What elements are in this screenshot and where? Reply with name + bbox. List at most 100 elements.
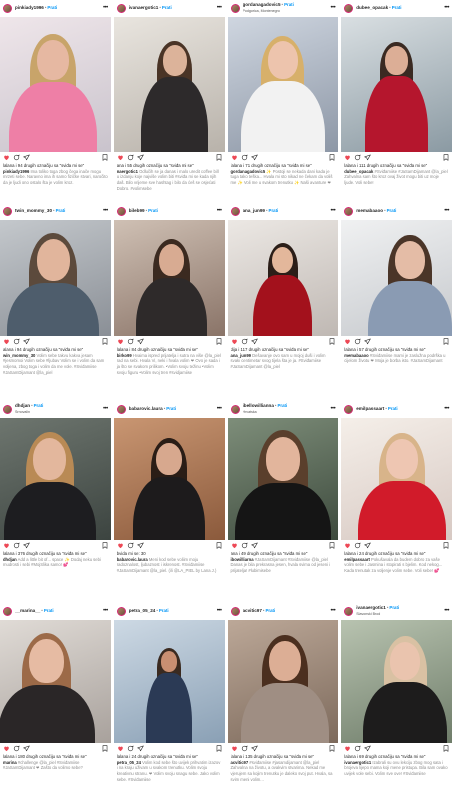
follow-button[interactable]: Prati [392, 5, 402, 10]
post-photo[interactable] [227, 620, 339, 743]
post-photo[interactable] [227, 418, 339, 540]
avatar[interactable] [3, 404, 12, 414]
like-heart-icon[interactable] [231, 542, 238, 549]
bookmark-icon[interactable] [216, 542, 222, 549]
follow-button[interactable]: Prati [388, 406, 398, 411]
share-icon[interactable] [250, 338, 258, 345]
username[interactable]: memabaaoo [356, 208, 383, 213]
more-options-icon[interactable]: ••• [103, 607, 108, 615]
avatar[interactable] [344, 3, 354, 13]
username[interactable]: dubee_opacak [356, 5, 388, 10]
comment-icon[interactable] [241, 338, 248, 345]
caption-username[interactable]: pinkiady1996 [3, 169, 29, 174]
comment-icon[interactable] [354, 745, 361, 752]
location[interactable]: Slavonski Brod [356, 612, 444, 617]
like-heart-icon[interactable] [3, 154, 10, 161]
bookmark-icon[interactable] [443, 542, 449, 549]
post-photo[interactable] [227, 220, 339, 336]
username[interactable]: gordanagadovic5 [243, 2, 281, 7]
post-photo[interactable] [113, 418, 225, 540]
post-photo[interactable] [341, 418, 452, 540]
bookmark-icon[interactable] [102, 338, 108, 345]
like-heart-icon[interactable] [344, 154, 351, 161]
like-heart-icon[interactable] [231, 745, 238, 752]
like-heart-icon[interactable] [117, 745, 124, 752]
comment-icon[interactable] [13, 338, 20, 345]
share-icon[interactable] [250, 745, 258, 752]
follow-button[interactable]: Prati [159, 608, 169, 613]
like-heart-icon[interactable] [3, 745, 10, 752]
caption-username[interactable]: dhdjan [3, 557, 17, 562]
like-heart-icon[interactable] [117, 154, 124, 161]
bookmark-icon[interactable] [216, 338, 222, 345]
post-photo[interactable] [0, 418, 111, 540]
location[interactable]: Hrvatska [243, 410, 331, 415]
avatar[interactable] [116, 404, 126, 414]
share-icon[interactable] [364, 154, 371, 161]
follow-button[interactable]: Prati [389, 605, 399, 610]
follow-button[interactable]: Prati [269, 208, 279, 213]
comment-icon[interactable] [354, 542, 361, 549]
follow-button[interactable]: Prati [148, 208, 158, 213]
bookmark-icon[interactable] [216, 745, 222, 752]
username[interactable]: twin_mommy_30 [15, 208, 52, 213]
more-options-icon[interactable]: ••• [217, 207, 222, 215]
like-heart-icon[interactable] [231, 338, 238, 345]
share-icon[interactable] [364, 745, 371, 752]
post-photo[interactable] [341, 17, 452, 152]
more-options-icon[interactable]: ••• [444, 4, 449, 12]
follow-button[interactable]: Prati [277, 403, 287, 408]
caption-username[interactable]: babarovic.laura [117, 557, 148, 562]
caption-username[interactable]: emilpassaart [344, 557, 370, 562]
avatar[interactable] [116, 606, 126, 616]
share-icon[interactable] [364, 542, 371, 549]
more-options-icon[interactable]: ••• [103, 405, 108, 413]
comment-icon[interactable] [13, 745, 20, 752]
comment-icon[interactable] [241, 745, 248, 752]
more-options-icon[interactable]: ••• [217, 4, 222, 12]
caption-username[interactable]: naergotic1 [117, 169, 138, 174]
caption-username[interactable]: marina [3, 760, 17, 765]
more-options-icon[interactable]: ••• [330, 405, 335, 413]
caption-username[interactable]: ivanaergotic1 [344, 760, 371, 765]
caption-username[interactable]: dubee_opacak [344, 169, 373, 174]
post-photo[interactable] [341, 220, 452, 336]
avatar[interactable] [344, 606, 354, 616]
username[interactable]: ana_jun99 [243, 208, 265, 213]
bookmark-icon[interactable] [443, 154, 449, 161]
username[interactable]: ivanaergotic1 [356, 605, 386, 610]
username[interactable]: acvitic97 [243, 608, 262, 613]
avatar[interactable] [116, 206, 126, 216]
share-icon[interactable] [250, 154, 258, 161]
share-icon[interactable] [137, 338, 144, 345]
caption-username[interactable]: ana_jun99 [231, 353, 251, 358]
share-icon[interactable] [23, 745, 30, 752]
comment-icon[interactable] [127, 745, 134, 752]
comment-icon[interactable] [127, 338, 134, 345]
share-icon[interactable] [137, 745, 144, 752]
more-options-icon[interactable]: ••• [444, 207, 449, 215]
like-heart-icon[interactable] [344, 542, 351, 549]
more-options-icon[interactable]: ••• [444, 405, 449, 413]
more-options-icon[interactable]: ••• [330, 4, 335, 12]
like-heart-icon[interactable] [3, 542, 10, 549]
like-heart-icon[interactable] [344, 745, 351, 752]
more-options-icon[interactable]: ••• [217, 405, 222, 413]
bookmark-icon[interactable] [329, 745, 335, 752]
follow-button[interactable]: Prati [265, 608, 275, 613]
username[interactable]: babarovic.laura [129, 406, 163, 411]
bookmark-icon[interactable] [102, 745, 108, 752]
like-heart-icon[interactable] [3, 338, 10, 345]
follow-button[interactable]: Prati [47, 5, 57, 10]
caption-username[interactable]: gordanagadovic5 [231, 169, 266, 174]
avatar[interactable] [3, 606, 12, 616]
bookmark-icon[interactable] [443, 745, 449, 752]
avatar[interactable] [344, 404, 354, 414]
like-heart-icon[interactable] [231, 154, 238, 161]
username[interactable]: pinkiady1996 [15, 5, 44, 10]
post-photo[interactable] [113, 17, 225, 152]
share-icon[interactable] [23, 154, 30, 161]
caption-username[interactable]: petra_05_24 [117, 760, 141, 765]
bookmark-icon[interactable] [329, 154, 335, 161]
post-photo[interactable] [0, 620, 111, 743]
